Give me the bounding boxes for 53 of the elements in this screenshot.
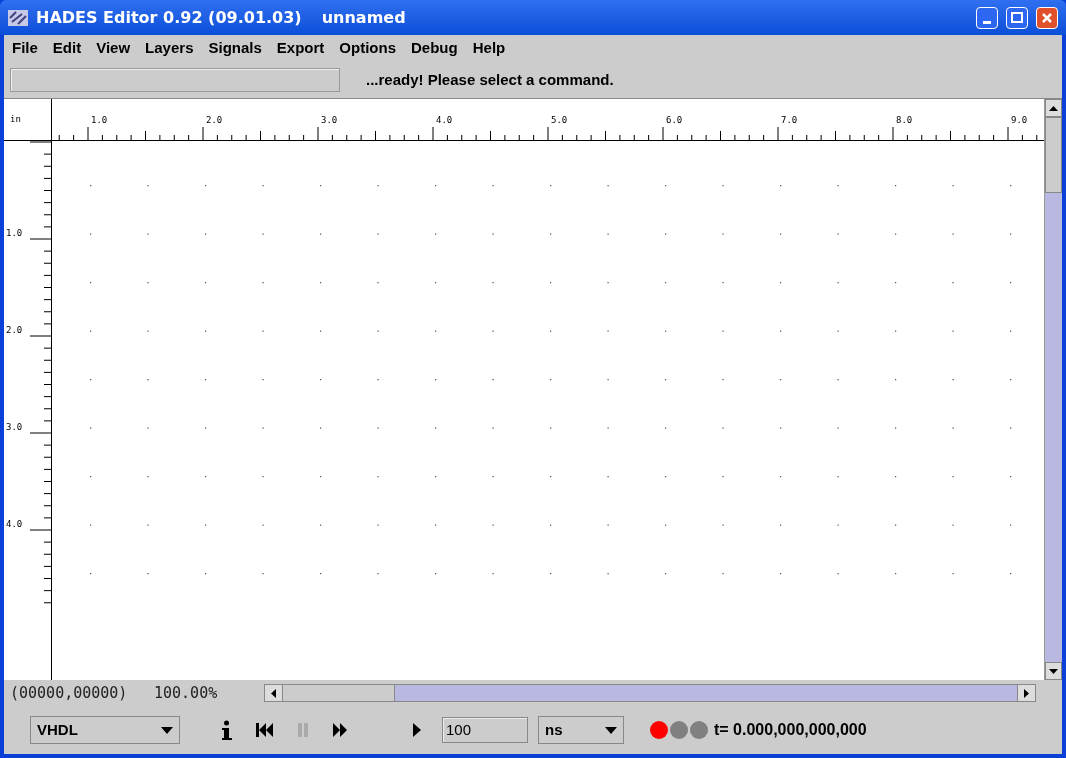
down-arrow-icon [1049, 668, 1058, 674]
ruler-label: 3.0 [321, 115, 338, 125]
scroll-down-button[interactable] [1045, 662, 1062, 680]
scroll-up-button[interactable] [1045, 99, 1062, 117]
left-arrow-icon [271, 688, 276, 698]
document-name: unnamed [321, 6, 406, 29]
ruler-label: 2.0 [6, 325, 23, 335]
caret-icon [605, 726, 617, 734]
menu-item[interactable]: Signals [202, 37, 268, 60]
menu-item[interactable]: Help [466, 37, 512, 60]
caret-icon [161, 726, 173, 734]
ruler-label: 8.0 [896, 115, 913, 125]
ruler-label: 6.0 [666, 115, 683, 125]
up-arrow-icon [1049, 105, 1058, 111]
maximize-icon [1011, 12, 1023, 23]
ruler-label: 7.0 [781, 115, 798, 125]
menu-item[interactable]: File [6, 37, 44, 60]
scroll-right-button[interactable] [1017, 685, 1035, 701]
ruler-label: 4.0 [436, 115, 453, 125]
menu-item[interactable]: Export [270, 37, 331, 60]
language-dropdown[interactable]: VHDL [30, 716, 180, 744]
close-icon [1041, 11, 1053, 24]
right-arrow-icon [1024, 688, 1029, 698]
ruler-unit: in [10, 113, 21, 126]
vertical-scrollbar[interactable] [1044, 99, 1062, 680]
ruler-label: 5.0 [551, 115, 568, 125]
menu-item[interactable]: Edit [46, 37, 88, 60]
simulation-time: t= 0.000,000,000,000 [714, 720, 867, 740]
menu-item[interactable]: Debug [405, 37, 464, 60]
ruler-label: 2.0 [206, 115, 223, 125]
menu-item[interactable]: Options [333, 37, 403, 60]
scroll-thumb[interactable] [1045, 117, 1062, 193]
menu-item[interactable]: View [90, 37, 137, 60]
menu-item[interactable]: Layers [139, 37, 200, 60]
maximize-button[interactable] [1006, 6, 1028, 29]
app-icon [8, 9, 28, 26]
minimize-icon [983, 20, 991, 24]
close-button[interactable] [1036, 6, 1058, 29]
scroll-thumb[interactable] [283, 685, 395, 701]
window-title: HADES Editor 0.92 (09.01.03) [36, 6, 302, 29]
ruler-label: 1.0 [6, 228, 23, 238]
cursor-coordinates: (00000,00000) [10, 682, 129, 704]
time-unit-dropdown[interactable]: ns [538, 716, 624, 744]
run-time-field[interactable]: 100 [442, 717, 528, 743]
ruler-label: 4.0 [6, 519, 23, 529]
status-message: ...ready! Please select a command. [366, 69, 614, 90]
minimize-button[interactable] [976, 6, 998, 29]
ruler-label: 9.0 [1011, 115, 1028, 125]
ruler-label: 3.0 [6, 422, 23, 432]
horizontal-scrollbar[interactable] [264, 684, 1036, 702]
zoom-level: 100.00% [154, 682, 219, 704]
scroll-left-button[interactable] [265, 685, 283, 701]
ruler-label: 1.0 [91, 115, 108, 125]
